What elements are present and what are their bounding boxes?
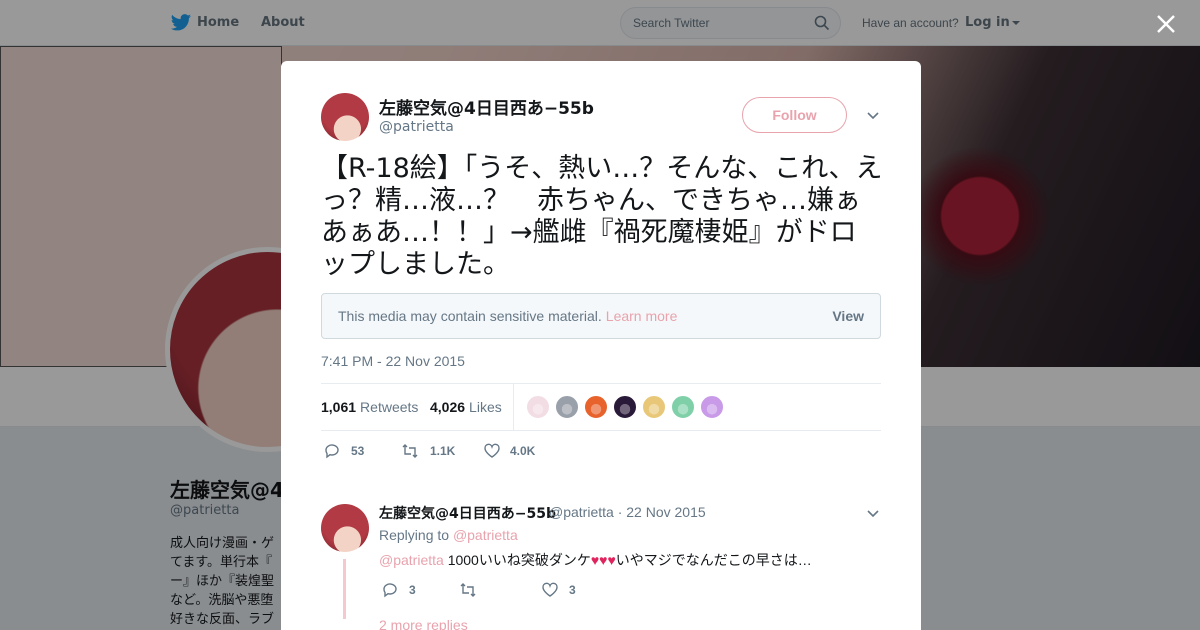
reply-icon[interactable] — [381, 581, 399, 599]
reply-meta: @patrietta · 22 Nov 2015 — [549, 504, 706, 520]
reply-tweet[interactable]: 左藤空気@4日目西あ−55b @patrietta · 22 Nov 2015 … — [321, 503, 881, 630]
heart-icon[interactable] — [541, 581, 559, 599]
reply-author-avatar[interactable] — [321, 504, 369, 552]
tweet-actions: 53 1.1K 4.0K — [321, 442, 621, 464]
reply-mention[interactable]: @patrietta — [379, 552, 444, 568]
retweets-stat[interactable]: 1,061 Retweets — [321, 399, 418, 415]
likes-stat[interactable]: 4,026 Likes — [430, 399, 502, 415]
learn-more-link[interactable]: Learn more — [606, 308, 678, 324]
chevron-down-icon[interactable] — [866, 109, 880, 123]
sensitive-notice-label: This media may contain sensitive materia… — [338, 308, 602, 324]
liker-avatar[interactable] — [555, 395, 579, 419]
reply-count: 53 — [351, 444, 365, 458]
likes-label: Likes — [469, 399, 502, 415]
liker-avatar[interactable] — [700, 395, 724, 419]
author-avatar[interactable] — [321, 93, 369, 141]
tweet-stats: 1,061 Retweets 4,026 Likes — [321, 383, 881, 431]
close-icon[interactable] — [1154, 12, 1178, 36]
retweet-icon[interactable] — [459, 581, 477, 599]
likes-count: 4,026 — [430, 399, 466, 415]
liker-avatar[interactable] — [584, 395, 608, 419]
reply-reply-count: 3 — [409, 583, 416, 597]
reply-date[interactable]: 22 Nov 2015 — [626, 504, 705, 520]
tweet-timestamp[interactable]: 7:41 PM - 22 Nov 2015 — [321, 353, 465, 369]
retweets-label: Retweets — [360, 399, 419, 415]
sensitive-notice-text: This media may contain sensitive materia… — [338, 308, 677, 324]
view-media-button[interactable]: View — [832, 308, 864, 324]
liker-avatar[interactable] — [613, 395, 637, 419]
reply-icon[interactable] — [323, 442, 341, 460]
replying-to: Replying to @patrietta — [379, 527, 518, 543]
reply-like-count: 3 — [569, 583, 576, 597]
author-name[interactable]: 左藤空気@4日目西あ−55b — [379, 94, 594, 119]
tweet-text: 【R-18絵】「うそ、熱い…？そんな、これ、えっ？精…液…？ 赤ちゃん、できちゃ… — [321, 153, 883, 280]
sensitive-media-notice: This media may contain sensitive materia… — [321, 293, 881, 339]
reply-text-after: いやマジでなんだこの早さは… — [615, 552, 812, 568]
more-replies-link[interactable]: 2 more replies — [379, 617, 468, 630]
retweet-action-count: 1.1K — [430, 444, 456, 458]
reply-text-before: 1000いいね突破ダンケ — [447, 552, 591, 568]
stats-divider — [513, 384, 514, 430]
liker-avatar[interactable] — [526, 395, 550, 419]
tweet-modal: 左藤空気@4日目西あ−55b @patrietta Follow 【R-18絵】… — [281, 61, 921, 630]
author-handle[interactable]: @patrietta — [379, 119, 454, 135]
liker-avatar[interactable] — [642, 395, 666, 419]
replying-to-label: Replying to — [379, 527, 450, 543]
liker-avatar[interactable] — [671, 395, 695, 419]
retweet-icon[interactable] — [401, 442, 419, 460]
reply-text: @patrietta 1000いいね突破ダンケ♥♥♥いやマジでなんだこの早さは… — [379, 550, 812, 570]
heart-icon[interactable] — [483, 442, 501, 460]
follow-button[interactable]: Follow — [742, 97, 847, 133]
retweets-count: 1,061 — [321, 399, 357, 415]
heart-emoji: ♥♥♥ — [590, 552, 616, 568]
reply-actions: 3 3 — [379, 581, 599, 603]
meta-separator: · — [617, 504, 623, 520]
replying-to-handle[interactable]: @patrietta — [453, 527, 518, 543]
like-action-count: 4.0K — [510, 444, 536, 458]
reply-author-name[interactable]: 左藤空気@4日目西あ−55b — [379, 503, 556, 523]
reply-author-handle[interactable]: @patrietta — [549, 504, 614, 520]
thread-line — [343, 559, 346, 619]
chevron-down-icon[interactable] — [866, 507, 880, 521]
